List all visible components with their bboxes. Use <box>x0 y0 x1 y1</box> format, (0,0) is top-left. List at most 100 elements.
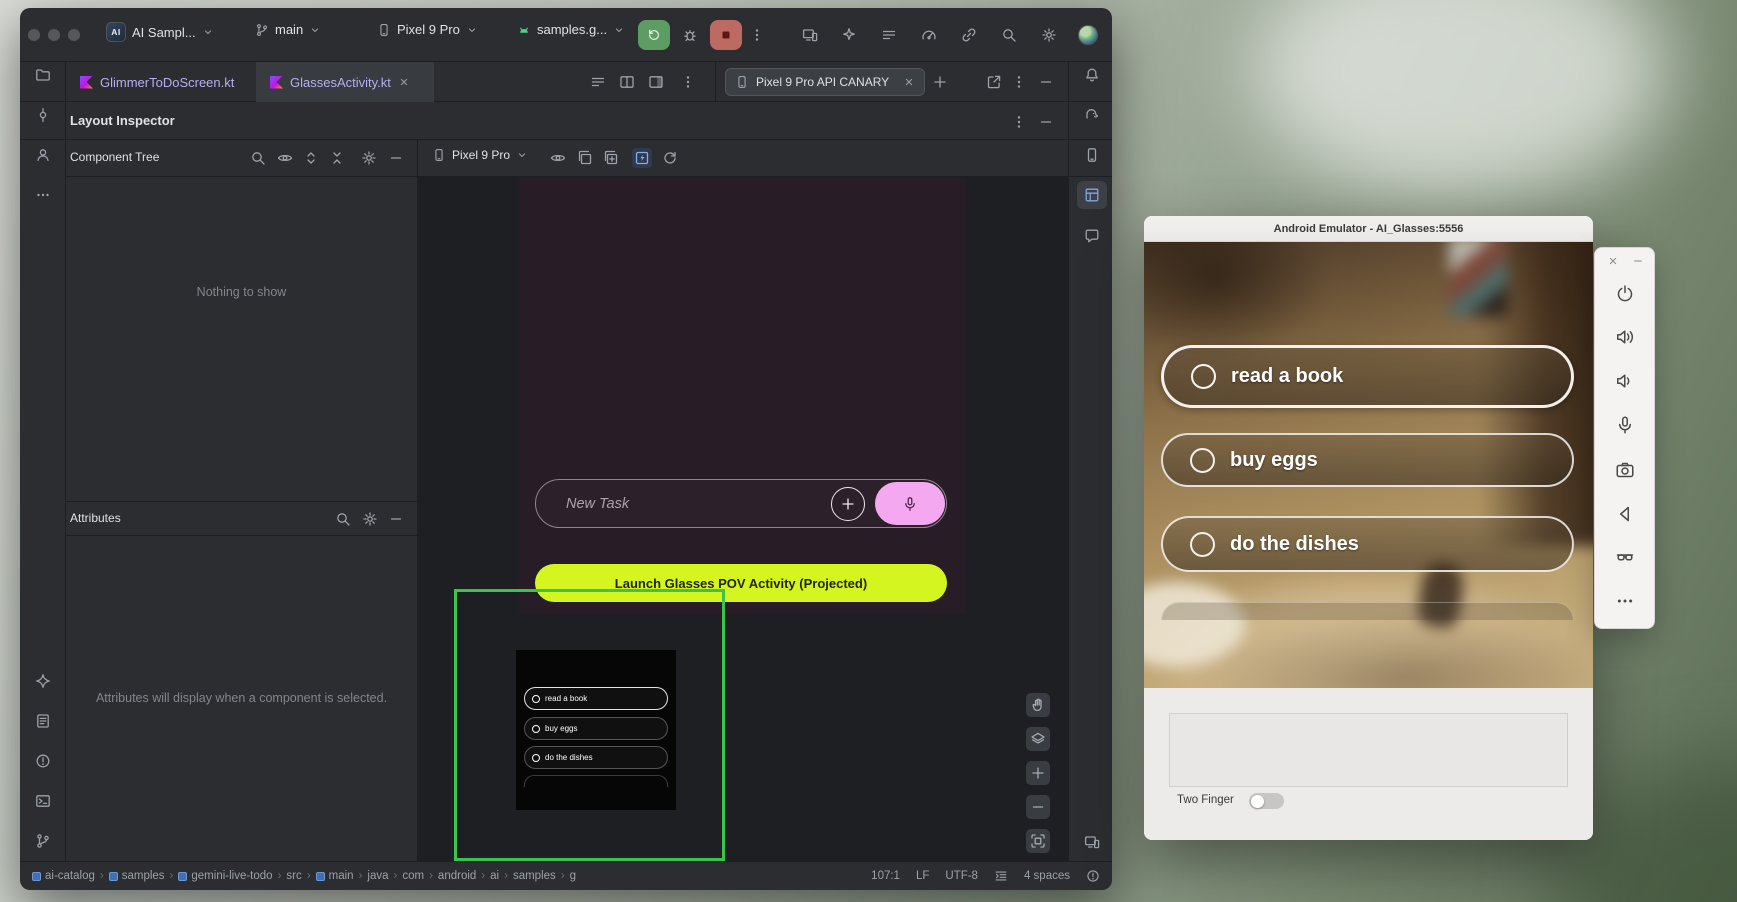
breadcrumb-item[interactable]: com <box>402 870 424 882</box>
editor-tab-glassesactivity[interactable]: GlassesActivity.kt <box>256 62 434 102</box>
attributes-search-button[interactable] <box>335 511 351 527</box>
zoom-out-button[interactable] <box>1026 795 1050 819</box>
editor-more-options-button[interactable] <box>680 74 696 90</box>
tree-collapse-button[interactable] <box>329 150 345 166</box>
running-devices-more-button[interactable] <box>1011 74 1027 90</box>
todo-item[interactable]: read a book <box>524 687 668 710</box>
file-encoding[interactable]: UTF-8 <box>945 870 978 882</box>
cursor-position[interactable]: 107:1 <box>871 870 900 882</box>
todo-item[interactable]: do the dishes <box>524 746 668 769</box>
minimize-window-button[interactable] <box>48 29 60 41</box>
volume-down-button[interactable] <box>1615 371 1635 391</box>
pan-button[interactable] <box>1026 693 1050 717</box>
power-button[interactable] <box>1615 284 1635 304</box>
profiler-button[interactable] <box>921 27 937 43</box>
running-device-tab[interactable]: Pixel 9 Pro API CANARY <box>725 68 925 96</box>
pull-requests-tool-button[interactable] <box>35 147 51 163</box>
gemini-button[interactable] <box>841 27 857 43</box>
zoom-in-button[interactable] <box>1026 761 1050 785</box>
app-insights-tool-button[interactable] <box>1084 228 1100 244</box>
add-task-button[interactable] <box>831 487 865 521</box>
attributes-settings-button[interactable] <box>362 511 378 527</box>
todo-item[interactable]: buy eggs <box>524 717 668 740</box>
live-updates-toggle[interactable] <box>632 148 652 168</box>
version-control-tool-button[interactable] <box>35 833 51 849</box>
preview-visibility-button[interactable] <box>550 150 566 166</box>
tree-visibility-button[interactable] <box>277 150 293 166</box>
run-more-options-button[interactable] <box>749 27 765 43</box>
preview-device-selector[interactable]: Pixel 9 Pro <box>432 148 528 162</box>
settings-button[interactable] <box>1041 27 1057 43</box>
tree-settings-button[interactable] <box>361 150 377 166</box>
more-controls-button[interactable] <box>1615 591 1635 611</box>
run-configuration-selector[interactable]: samples.g... <box>517 22 625 37</box>
search-everywhere-button[interactable] <box>1001 27 1017 43</box>
breadcrumb-item[interactable]: android <box>438 870 476 882</box>
breadcrumb-item[interactable]: ai-catalog <box>32 870 95 882</box>
emulator-title-bar[interactable]: Android Emulator - AI_Glasses:5556 <box>1144 216 1593 242</box>
back-button[interactable] <box>1615 504 1635 524</box>
glasses-button[interactable] <box>1615 547 1635 567</box>
breadcrumb-item[interactable]: src <box>286 870 301 882</box>
device-selector[interactable]: Pixel 9 Pro <box>377 22 478 37</box>
gemini-tool-button[interactable] <box>35 673 51 689</box>
voice-input-button[interactable] <box>875 482 945 525</box>
close-window-button[interactable] <box>28 29 40 41</box>
glasses-todo-item[interactable]: do the dishes <box>1161 516 1574 572</box>
inspector-preview-area[interactable]: New Task Launch Glasses POV Activity (Pr… <box>417 177 1068 861</box>
zoom-to-fit-button[interactable] <box>1026 829 1050 853</box>
code-view-button[interactable] <box>590 74 606 90</box>
glasses-projection-screen[interactable]: read a book buy eggs do the dishes <box>516 650 676 810</box>
branch-selector[interactable]: main <box>255 22 321 37</box>
stop-button[interactable] <box>710 20 742 50</box>
breadcrumb-item[interactable]: main <box>316 870 354 882</box>
indent-icon[interactable] <box>994 869 1008 883</box>
line-separator[interactable]: LF <box>916 870 929 882</box>
snapshot-button[interactable] <box>577 150 593 166</box>
component-tree-panel[interactable]: Nothing to show <box>66 177 417 501</box>
mic-button[interactable] <box>1615 415 1635 435</box>
rerun-button[interactable] <box>638 20 670 50</box>
device-mirroring-button[interactable] <box>802 27 818 43</box>
open-in-new-window-button[interactable] <box>986 74 1002 90</box>
tree-hide-button[interactable] <box>388 150 404 166</box>
tree-search-button[interactable] <box>250 150 266 166</box>
add-device-button[interactable] <box>932 74 948 90</box>
todo-list-button[interactable] <box>881 27 897 43</box>
preview-refresh-button[interactable] <box>662 150 678 166</box>
project-tool-button[interactable] <box>35 67 51 83</box>
device-screen-render[interactable]: New Task Launch Glasses POV Activity (Pr… <box>519 177 966 613</box>
breadcrumb-item[interactable]: samples <box>513 870 556 882</box>
inspector-minimize-button[interactable] <box>1038 114 1054 130</box>
inspector-more-button[interactable] <box>1011 114 1027 130</box>
camera-button[interactable] <box>1615 460 1635 480</box>
trackpad-input-area[interactable] <box>1169 713 1568 787</box>
running-devices-tool-button[interactable] <box>1084 834 1100 850</box>
inspections-status-icon[interactable] <box>1086 869 1100 883</box>
debug-button[interactable] <box>682 27 698 43</box>
emulator-close-button[interactable] <box>1607 255 1619 267</box>
glasses-todo-item-focused[interactable]: read a book <box>1161 345 1574 408</box>
editor-tab-glimmertodoscreen[interactable]: GlimmerToDoScreen.kt <box>66 62 256 102</box>
close-icon[interactable] <box>903 76 915 88</box>
volume-up-button[interactable] <box>1615 327 1635 347</box>
emulator-camera-view[interactable]: read a book buy eggs do the dishes <box>1144 242 1593 688</box>
breadcrumb-item[interactable]: gemini-live-todo <box>178 870 272 882</box>
attributes-hide-button[interactable] <box>388 511 404 527</box>
more-tool-windows-button[interactable] <box>35 187 51 203</box>
indent-setting[interactable]: 4 spaces <box>1024 870 1070 882</box>
zoom-window-button[interactable] <box>68 29 80 41</box>
two-finger-toggle[interactable] <box>1249 793 1284 809</box>
terminal-tool-button[interactable] <box>35 793 51 809</box>
export-snapshot-button[interactable] <box>603 150 619 166</box>
split-view-button[interactable] <box>619 74 635 90</box>
tree-expand-button[interactable] <box>303 150 319 166</box>
design-view-button[interactable] <box>648 74 664 90</box>
breadcrumb-item[interactable]: g <box>570 870 576 882</box>
project-selector[interactable]: AI AI Sampl... <box>106 22 214 42</box>
problems-tool-button[interactable] <box>35 753 51 769</box>
running-devices-minimize-button[interactable] <box>1038 74 1054 90</box>
breadcrumb-item[interactable]: samples <box>109 870 165 882</box>
close-icon[interactable] <box>398 76 410 88</box>
logcat-tool-button[interactable] <box>35 713 51 729</box>
